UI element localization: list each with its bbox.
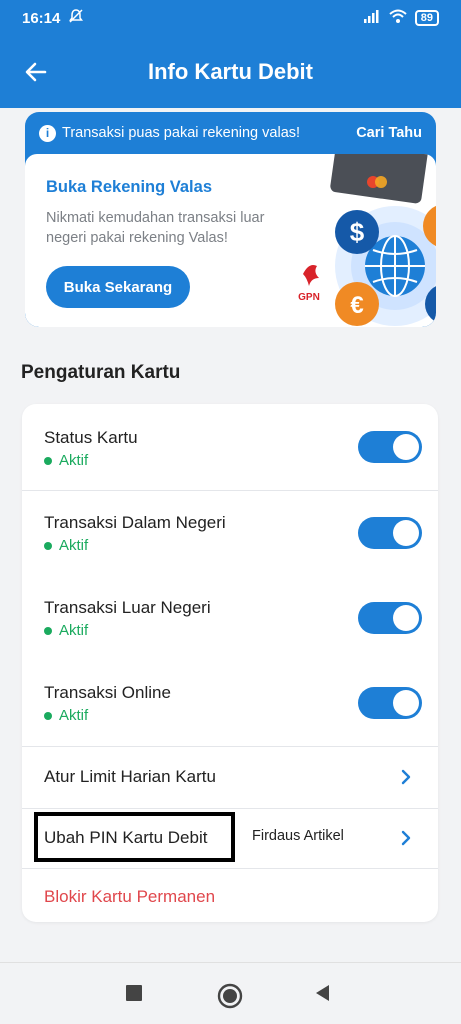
- status-text: Aktif: [59, 537, 89, 554]
- back-nav-button[interactable]: [313, 983, 333, 1003]
- setting-label: Transaksi Online: [44, 683, 171, 702]
- status-bar: 16:14 89: [0, 0, 461, 36]
- toggle-status-kartu[interactable]: [358, 431, 422, 463]
- setting-label: Transaksi Dalam Negeri: [44, 513, 226, 532]
- promo-body: Buka Rekening Valas Nikmati kemudahan tr…: [25, 154, 436, 327]
- signal-icon: [363, 9, 381, 27]
- circle-icon: [217, 983, 243, 1009]
- toggle-luar-negeri[interactable]: [358, 602, 422, 634]
- page-title: Info Kartu Debit: [148, 59, 313, 84]
- toggle-online[interactable]: [358, 687, 422, 719]
- triangle-back-icon: [316, 985, 329, 1001]
- square-icon: [126, 985, 142, 1001]
- gpn-logo: GPN: [298, 292, 320, 303]
- chevron-right-icon: [401, 830, 411, 846]
- info-icon: i: [39, 124, 56, 142]
- buka-sekarang-button[interactable]: Buka Sekarang: [46, 266, 190, 308]
- toggle-knob: [393, 520, 419, 546]
- battery-indicator: 89: [414, 10, 439, 26]
- setting-label: Transaksi Luar Negeri: [44, 598, 211, 617]
- status-indicator: Aktif: [44, 452, 88, 469]
- status-dot: [44, 541, 52, 550]
- arrow-left-icon: [25, 62, 47, 82]
- wifi-icon: [389, 9, 407, 27]
- clock: 16:14: [22, 9, 61, 27]
- promo-title: Buka Rekening Valas: [46, 178, 212, 196]
- setting-row-dalam-negeri: Transaksi Dalam Negeri Aktif: [22, 491, 438, 576]
- status-dot: [44, 626, 52, 635]
- app-bar: Info Kartu Debit: [0, 36, 461, 108]
- overlay-note: Firdaus Artikel: [252, 828, 344, 844]
- setting-row-luar-negeri: Transaksi Luar Negeri Aktif: [22, 576, 438, 661]
- status-indicator: Aktif: [44, 707, 88, 724]
- system-nav-bar: [0, 962, 461, 1024]
- dollar-coin-symbol: $: [350, 217, 365, 247]
- toggle-knob: [393, 434, 419, 460]
- setting-label: Status Kartu: [44, 428, 138, 447]
- promo-card: i Transaksi puas pakai rekening valas! C…: [25, 112, 436, 327]
- status-text: Aktif: [59, 622, 89, 639]
- chevron-right-icon: [401, 769, 411, 785]
- setting-row-online: Transaksi Online Aktif: [22, 661, 438, 746]
- setting-row-limit[interactable]: Atur Limit Harian Kartu: [22, 747, 438, 808]
- status-text: Aktif: [59, 707, 89, 724]
- back-button[interactable]: [20, 56, 52, 88]
- promo-description: Nikmati kemudahan transaksi luar negeri …: [46, 210, 265, 246]
- recent-apps-button[interactable]: [124, 983, 144, 1003]
- status-dot: [44, 456, 52, 465]
- bell-muted-icon: [68, 8, 84, 28]
- status-indicator: Aktif: [44, 537, 88, 554]
- promo-banner-text: Transaksi puas pakai rekening valas!: [62, 125, 301, 141]
- card-settings: Status Kartu Aktif Transaksi Dalam Neger…: [22, 404, 438, 922]
- highlight-box: [34, 812, 235, 862]
- euro-coin-symbol: €: [350, 292, 363, 319]
- setting-row-status-kartu: Status Kartu Aktif: [22, 404, 438, 490]
- cari-tahu-link[interactable]: Cari Tahu: [356, 125, 422, 141]
- promo-banner: i Transaksi puas pakai rekening valas! C…: [25, 112, 436, 154]
- toggle-knob: [393, 605, 419, 631]
- currency-illustration: $ € GPN: [298, 154, 436, 326]
- home-button[interactable]: [217, 983, 243, 1009]
- status-indicator: Aktif: [44, 622, 88, 639]
- status-dot: [44, 711, 52, 720]
- toggle-dalam-negeri[interactable]: [358, 517, 422, 549]
- status-text: Aktif: [59, 452, 89, 469]
- setting-row-blokir[interactable]: Blokir Kartu Permanen: [22, 869, 438, 922]
- setting-label: Atur Limit Harian Kartu: [44, 767, 216, 786]
- setting-label: Blokir Kartu Permanen: [44, 887, 216, 906]
- toggle-knob: [393, 690, 419, 716]
- section-title: Pengaturan Kartu: [21, 362, 181, 383]
